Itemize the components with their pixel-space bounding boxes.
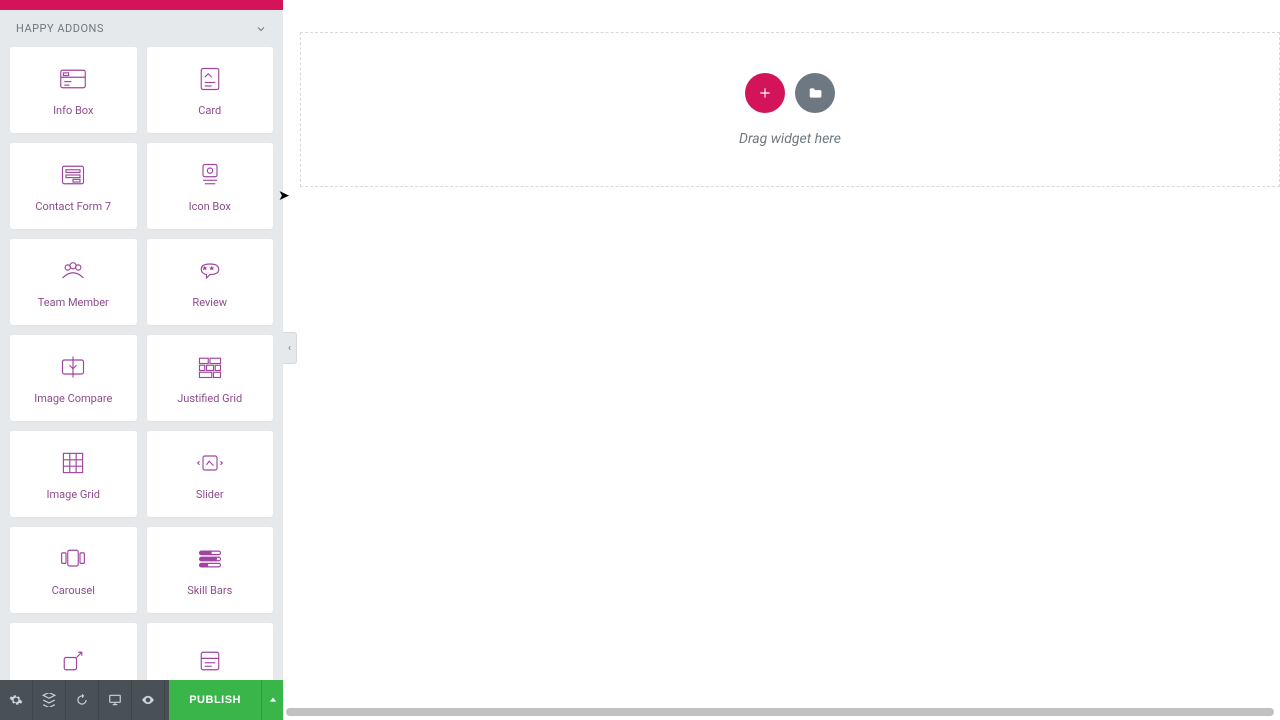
image-grid-icon [59,448,87,478]
folder-icon [808,86,822,100]
widget-review[interactable]: Review [147,239,274,325]
widget-category-header[interactable]: HAPPY ADDONS [0,10,283,47]
chevron-left-icon: ‹ [288,343,291,354]
panel-footer: PUBLISH [0,680,283,720]
widget-info-box[interactable]: Info Box [10,47,137,133]
plus-icon [758,86,772,100]
widget-panel: HAPPY ADDONS Info Box Card Contact Form … [0,0,283,720]
horizontal-scrollbar[interactable] [286,708,1274,716]
info-box-icon [59,64,87,94]
category-title: HAPPY ADDONS [16,22,104,35]
history-button[interactable] [66,680,99,720]
contact-form-icon [59,160,87,190]
widget-label: Team Member [38,296,109,309]
widget-label: Info Box [53,104,93,117]
widget-image-grid[interactable]: Image Grid [10,431,137,517]
widget-label: Image Compare [34,392,112,405]
widget-team-member[interactable]: Team Member [10,239,137,325]
icon-box-icon [196,160,224,190]
widget-image-compare[interactable]: Image Compare [10,335,137,421]
scale-icon [59,646,87,676]
widget-label: Icon Box [189,200,231,213]
widget-label: Image Grid [47,488,100,501]
publish-options-button[interactable] [261,680,283,720]
widget-label: Justified Grid [177,392,242,405]
add-section-button[interactable] [745,73,785,113]
drop-hint: Drag widget here [739,131,841,147]
chevron-down-icon [255,23,267,35]
widget-label: Skill Bars [187,584,232,597]
justified-grid-icon [196,352,224,382]
widget-label: Slider [196,488,224,501]
card-icon [196,64,224,94]
widget-label: Carousel [52,584,95,597]
image-compare-icon [59,352,87,382]
scrollbar-thumb[interactable] [286,708,1274,716]
slider-icon [196,448,224,478]
widget-contact-form-7[interactable]: Contact Form 7 [10,143,137,229]
team-member-icon [59,256,87,286]
responsive-button[interactable] [99,680,132,720]
collapse-panel-button[interactable]: ‹ [283,332,297,364]
widget-label: Contact Form 7 [35,200,111,213]
publish-button[interactable]: PUBLISH [169,680,261,720]
widget-carousel[interactable]: Carousel [10,527,137,613]
review-icon [196,256,224,286]
widget-skill-bars[interactable]: Skill Bars [147,527,274,613]
skill-bars-icon [196,544,224,574]
carousel-icon [59,544,87,574]
widget-label: Card [198,104,221,117]
widget-icon-box[interactable]: Icon Box [147,143,274,229]
add-template-button[interactable] [795,73,835,113]
widget-card[interactable]: Card [147,47,274,133]
canvas-drop-area[interactable]: Drag widget here [300,32,1280,187]
navigator-button[interactable] [33,680,66,720]
settings-button[interactable] [0,680,33,720]
sidebar-accent-bar [0,0,283,10]
widget-slider[interactable]: Slider [147,431,274,517]
preview-button[interactable] [132,680,165,720]
layout-icon [196,646,224,676]
widget-justified-grid[interactable]: Justified Grid [147,335,274,421]
widget-label: Review [192,296,227,309]
widget-grid: Info Box Card Contact Form 7 Icon Box Te [0,47,283,720]
